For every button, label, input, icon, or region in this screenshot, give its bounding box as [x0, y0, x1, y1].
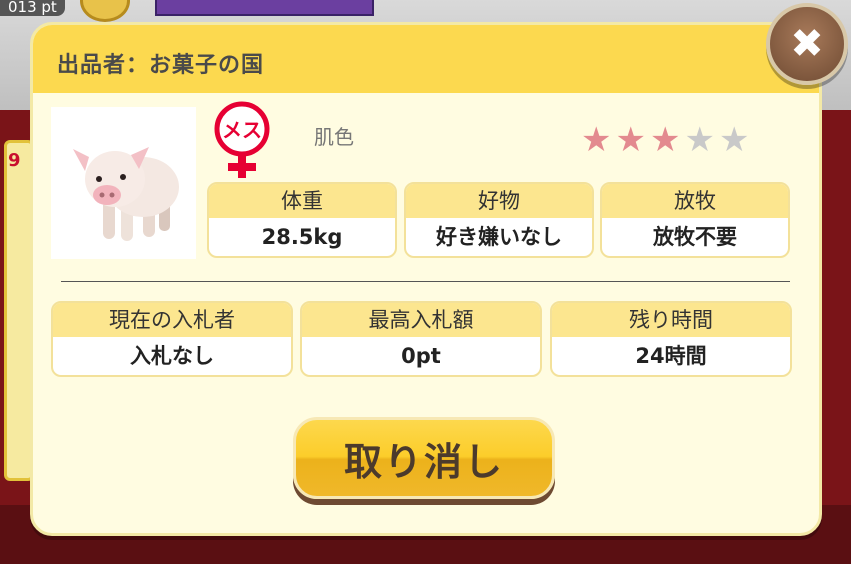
star-filled-icon: ★	[615, 120, 646, 160]
background-listing-thumbnail	[155, 0, 374, 16]
close-icon: ✖	[790, 21, 824, 67]
auction-card-time-left: 残り時間 24時間	[550, 301, 792, 377]
cancel-button-label: 取り消し	[343, 439, 504, 484]
background-listing-badge: 9	[8, 150, 21, 171]
stat-value: 28.5kg	[261, 225, 343, 249]
color-label: 肌色	[314, 125, 354, 149]
stat-label: 体重	[209, 184, 395, 218]
stat-value: 放牧不要	[653, 225, 737, 249]
auction-value: 入札なし	[130, 344, 214, 368]
dialog-header: 出品者：お菓子の国	[33, 25, 819, 93]
stat-card-favorite: 好物 好き嫌いなし	[404, 182, 594, 258]
pig-icon	[73, 147, 179, 241]
stat-card-weight: 体重 28.5kg	[207, 182, 397, 258]
star-empty-icon: ★	[684, 120, 715, 160]
auction-value: 24時間	[635, 344, 707, 368]
auction-label: 現在の入札者	[53, 303, 291, 337]
stat-label: 放牧	[602, 184, 788, 218]
rating-stars: ★ ★ ★ ★ ★	[581, 123, 749, 157]
gender-badge: メス	[211, 101, 273, 181]
stat-value: 好き嫌いなし	[436, 225, 562, 249]
auction-label: 最高入札額	[302, 303, 540, 337]
cancel-listing-button[interactable]: 取り消し	[293, 417, 555, 499]
gender-label: メス	[222, 118, 262, 142]
points-display: 013 pt	[0, 0, 65, 16]
auction-card-bidder: 現在の入札者 入札なし	[51, 301, 293, 377]
star-filled-icon: ★	[581, 120, 612, 160]
stat-label: 好物	[406, 184, 592, 218]
stat-card-grazing: 放牧 放牧不要	[600, 182, 790, 258]
close-button[interactable]: ✖	[766, 3, 848, 85]
auction-label: 残り時間	[552, 303, 790, 337]
auction-value: 0pt	[401, 344, 441, 368]
auction-card-highest-bid: 最高入札額 0pt	[300, 301, 542, 377]
pig-portrait	[51, 107, 196, 259]
auction-detail-dialog: 出品者：お菓子の国 メス 肌色 ★ ★ ★ ★ ★ 体重 28.5kg 好物 好…	[30, 22, 822, 536]
seller-label: 出品者：お菓子の国	[57, 53, 265, 78]
female-symbol-icon: メス	[214, 101, 270, 178]
star-filled-icon: ★	[649, 120, 681, 160]
divider	[61, 281, 790, 282]
star-empty-icon: ★	[718, 120, 750, 160]
